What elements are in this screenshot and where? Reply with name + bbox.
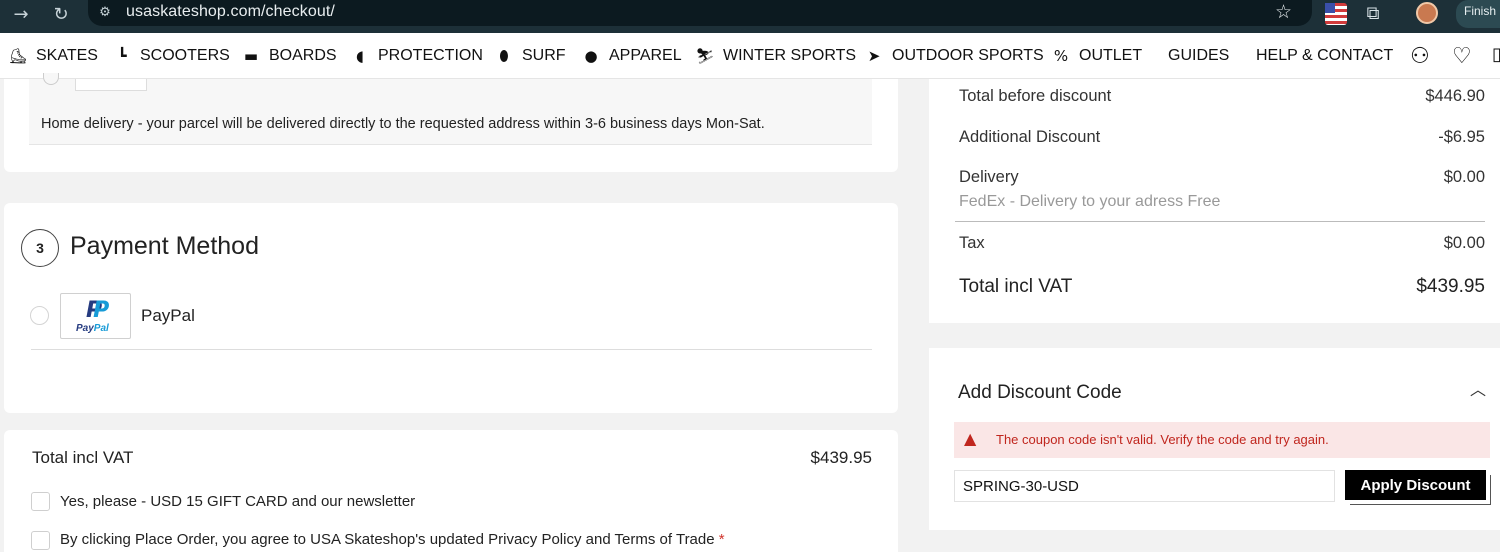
summary-row-tax: Tax $0.00 [959,234,1485,253]
delivery-option-selected[interactable]: Home delivery - your parcel will be deli… [29,73,872,145]
bookmark-star-icon[interactable]: ☆ [1275,1,1292,23]
summary-row-subtotal: Total before discount $446.90 [959,87,1485,106]
summary-label: Additional Discount [959,128,1101,146]
profile-avatar[interactable] [1416,2,1438,24]
summary-label: Total incl VAT [959,276,1073,297]
finish-update-button[interactable]: Finish [1456,0,1500,28]
summary-label: Total before discount [959,87,1112,105]
terms-text: By clicking Place Order, you agree to US… [60,531,715,548]
summary-value: $0.00 [1443,168,1485,186]
nav-label: OUTDOOR SPORTS [892,47,1044,64]
cart-icon[interactable]: ▯ [1492,44,1500,65]
delivery-panel: Home delivery - your parcel will be deli… [4,73,898,172]
delivery-description: Home delivery - your parcel will be deli… [41,116,765,132]
delivery-radio[interactable] [43,73,59,85]
summary-row-delivery: Delivery $0.00 [959,168,1485,187]
newsletter-checkbox[interactable] [31,492,50,511]
skate-icon: ⛸ [8,47,28,65]
carrier-logo [75,79,147,91]
required-mark: * [718,531,725,548]
newsletter-label[interactable]: Yes, please - USD 15 GIFT CARD and our n… [60,493,415,510]
terms-label[interactable]: By clicking Place Order, you agree to US… [60,531,725,548]
step-number-badge: 3 [21,229,59,267]
percent-icon: % [1053,47,1069,65]
summary-value: $446.90 [1425,87,1485,105]
paypal-logo[interactable]: PP PayPal [60,293,131,339]
nav-item-help-contact[interactable]: HELP & CONTACT [1256,47,1393,65]
paypal-mark-icon: PP [86,298,110,323]
chevron-up-icon[interactable]: ︿ [1470,376,1486,400]
summary-row-total: Total incl VAT $439.95 [959,276,1485,298]
warning-icon: ▲ [964,429,977,448]
apply-discount-button[interactable]: Apply Discount [1345,470,1486,500]
nav-label: PROTECTION [378,47,483,64]
nav-item-surf[interactable]: ⬮ SURF [494,47,566,65]
paypal-option-label[interactable]: PayPal [141,306,195,326]
summary-divider [955,221,1485,222]
nav-label: WINTER SPORTS [723,47,857,64]
discount-title[interactable]: Add Discount Code [958,382,1122,404]
nav-item-outdoor-sports[interactable]: ➤ OUTDOOR SPORTS [864,47,1044,65]
nav-item-protection[interactable]: ◖ PROTECTION [350,47,483,65]
summary-label: Tax [959,234,985,252]
nav-label: BOARDS [269,47,337,64]
order-total-panel: Total incl VAT $439.95 Yes, please - USD… [4,430,898,552]
ski-icon: ⛷ [695,47,715,65]
paypal-wordmark: PayPal [76,323,109,334]
summary-value: $0.00 [1443,234,1485,252]
wishlist-heart-icon[interactable]: ♡ [1452,44,1472,69]
nav-item-boards[interactable]: ▬ BOARDS [241,47,337,65]
account-icon[interactable]: ⚇ [1410,44,1430,69]
nav-item-winter-sports[interactable]: ⛷ WINTER SPORTS [695,47,856,65]
total-value: $439.95 [810,448,872,467]
helmet-icon: ◖ [356,47,364,65]
nav-label: APPAREL [609,47,682,64]
payment-divider [31,349,872,350]
board-icon: ▬ [243,47,259,65]
browser-toolbar: → ↻ ⚙ usaskateshop.com/checkout/ ☆ ⧉ Fin… [0,0,1500,33]
nav-item-outlet[interactable]: % OUTLET [1051,47,1142,65]
surfboard-icon: ⬮ [499,47,509,65]
address-bar[interactable]: ⚙ usaskateshop.com/checkout/ ☆ [88,0,1312,26]
scooter-icon: ┗ [117,47,127,65]
error-text: The coupon code isn't valid. Verify the … [996,432,1329,447]
discount-code-panel: Add Discount Code ︿ ▲ The coupon code is… [929,348,1500,530]
nav-label: OUTLET [1079,47,1143,64]
terms-checkbox[interactable] [31,531,50,550]
summary-row-discount: Additional Discount -$6.95 [959,128,1485,147]
site-settings-icon[interactable]: ⚙ [96,4,114,22]
outdoor-icon: ➤ [867,47,881,65]
nav-label: SURF [522,47,566,64]
nav-item-skates[interactable]: ⛸ SKATES [8,47,98,65]
extensions-puzzle-icon[interactable]: ⧉ [1362,3,1384,25]
site-navigation: ⛸ SKATES ┗ SCOOTERS ▬ BOARDS ◖ PROTECTIO… [0,33,1500,79]
order-summary-panel: Total before discount $446.90 Additional… [929,79,1500,323]
flag-extension-icon[interactable] [1325,3,1347,25]
coupon-error-message: ▲ The coupon code isn't valid. Verify th… [954,422,1490,458]
delivery-note: FedEx - Delivery to your adress Free [959,193,1221,210]
summary-value: $439.95 [1416,276,1485,297]
payment-method-title: Payment Method [70,232,259,260]
reload-icon[interactable]: ↻ [48,2,74,28]
nav-label: HELP & CONTACT [1256,47,1394,64]
discount-code-input[interactable] [954,470,1335,502]
nav-label: GUIDES [1168,47,1230,64]
total-label: Total incl VAT [32,448,134,467]
nav-label: SKATES [36,47,98,64]
payment-method-panel: 3 Payment Method PP PayPal PayPal [4,203,898,413]
nav-label: SCOOTERS [140,47,230,64]
hoodie-icon: ● [584,47,598,65]
paypal-radio[interactable] [30,306,49,325]
url-text[interactable]: usaskateshop.com/checkout/ [126,3,335,21]
summary-value: -$6.95 [1438,128,1485,146]
nav-item-guides[interactable]: GUIDES [1168,47,1229,65]
nav-item-apparel[interactable]: ● APPAREL [581,47,682,65]
forward-arrow-icon[interactable]: → [8,2,34,28]
summary-label: Delivery [959,168,1019,186]
nav-item-scooters[interactable]: ┗ SCOOTERS [112,47,230,65]
